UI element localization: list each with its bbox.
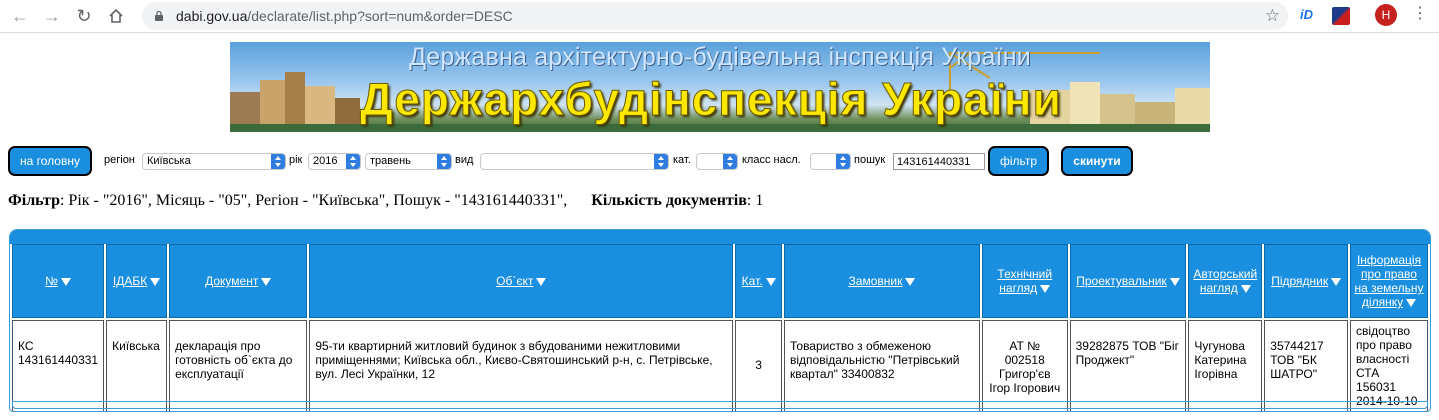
sort-triangle-icon [1240,284,1251,293]
sort-triangle-icon [1169,277,1180,286]
bookmark-star-icon[interactable]: ☆ [1265,6,1280,26]
cell-contractor: 35744217 ТОВ "БК ШАТРО" [1264,320,1349,411]
sort-triangle-icon [60,277,71,286]
col-header-document[interactable]: Документ [169,244,308,318]
select-arrows-icon [346,154,360,169]
cell-num: КС 143161440331 [12,320,105,411]
cell-idabk: Київська [106,320,168,411]
region-label: регіон [104,154,135,166]
select-arrows-icon [836,154,850,169]
col-header-idabk[interactable]: ІДАБК [106,244,168,318]
lock-icon[interactable] [152,9,166,23]
extension-id-icon[interactable]: iD [1300,7,1318,25]
declarations-table: № ІДАБК Документ Об`єкт Кат. Замовник Те… [10,242,1430,411]
col-header-category[interactable]: Кат. [735,244,782,318]
extension-flag-icon[interactable] [1332,7,1350,25]
filter-summary-text: : Рік - "2016", Місяць - "05", Регіон - … [59,192,568,209]
filter-button[interactable]: фільтр [988,146,1049,176]
col-header-designer[interactable]: Проектувальник [1069,244,1187,318]
cell-customer: Товариство з обмеженою відповідальністю … [784,320,980,411]
col-header-contractor[interactable]: Підрядник [1264,244,1349,318]
home-button[interactable]: на головну [8,146,92,176]
table-header-row: № ІДАБК Документ Об`єкт Кат. Замовник Те… [12,244,1428,318]
col-header-object[interactable]: Об`єкт [309,244,734,318]
filter-summary-label: Фільтр [8,192,60,209]
sort-triangle-icon [1040,284,1051,293]
reset-button[interactable]: скинути [1061,146,1133,176]
sort-triangle-icon [150,277,161,286]
cell-tech-supervision: АТ № 002518 Григор'єв Ігор Ігорович [981,320,1068,411]
col-header-num[interactable]: № [12,244,105,318]
filter-summary: Фільтр: Рік - "2016", Місяць - "05", Рег… [8,192,763,210]
banner-top-title: Державна архітектурно-будівельна інспекц… [409,43,1031,71]
col-header-author-supervision[interactable]: Авторський нагляд [1188,244,1263,318]
search-input[interactable] [893,153,985,170]
search-label: пошук [854,154,886,166]
site-banner: Державна архітектурно-будівельна інспекц… [230,42,1210,132]
sort-triangle-icon [905,277,916,286]
document-count-value: : 1 [746,192,764,209]
sort-triangle-icon [765,277,776,286]
type-label: вид [455,154,474,166]
class-select[interactable] [810,153,851,170]
month-select[interactable]: травень [365,153,452,170]
browser-toolbar: ← → ↻ dabi.gov.ua/declarate/list.php?sor… [0,0,1439,33]
reload-icon[interactable]: ↻ [72,4,96,28]
forward-arrow-icon[interactable]: → [40,4,64,28]
home-icon[interactable] [104,4,128,28]
col-header-land-info[interactable]: Інформація про право на земельну ділянку [1350,244,1428,318]
cell-designer: 39282875 ТОВ "Біг Проджект" [1069,320,1187,411]
table-bottom-bar [12,401,1428,409]
cell-author-supervision: Чугунова Катерина Ігорівна [1188,320,1263,411]
category-select[interactable] [696,153,738,170]
declarations-table-container: № ІДАБК Документ Об`єкт Кат. Замовник Те… [9,229,1431,412]
year-select[interactable]: 2016 [308,153,361,170]
type-select[interactable] [480,153,669,170]
cell-category: 3 [735,320,782,411]
sort-triangle-icon [1406,298,1417,307]
banner-main-title: Держархбудінспекція України [360,73,1062,126]
cell-land-info: свідоцтво про право власності СТА 156031… [1350,320,1428,411]
col-header-tech-supervision[interactable]: Технічний нагляд [981,244,1068,318]
select-arrows-icon [437,154,451,169]
select-arrows-icon [654,154,668,169]
back-arrow-icon[interactable]: ← [8,4,32,28]
document-count-label: Кількість документів [591,192,747,209]
more-menu-icon[interactable]: ⋮ [1412,6,1428,22]
region-select[interactable]: Київська [142,153,286,170]
select-arrows-icon [271,154,285,169]
sort-triangle-icon [536,277,547,286]
url-text: dabi.gov.ua/declarate/list.php?sort=num&… [176,8,513,24]
sort-triangle-icon [261,277,272,286]
class-label: класс насл. [742,154,801,166]
profile-avatar[interactable]: H [1375,4,1397,26]
cell-object: 95-ти квартирний житловий будинок з вбуд… [309,320,734,411]
sort-triangle-icon [1331,277,1342,286]
filter-bar: на головну регіон Київська рік 2016 трав… [8,146,1148,176]
year-label: рік [289,154,303,166]
table-row: КС 143161440331 Київська декларація про … [12,320,1428,411]
cell-document: декларація про готовність об`єкта до екс… [169,320,308,411]
select-arrows-icon [723,154,737,169]
address-bar[interactable]: dabi.gov.ua/declarate/list.php?sort=num&… [142,2,1288,30]
col-header-customer[interactable]: Замовник [784,244,980,318]
category-label: кат. [673,154,691,166]
